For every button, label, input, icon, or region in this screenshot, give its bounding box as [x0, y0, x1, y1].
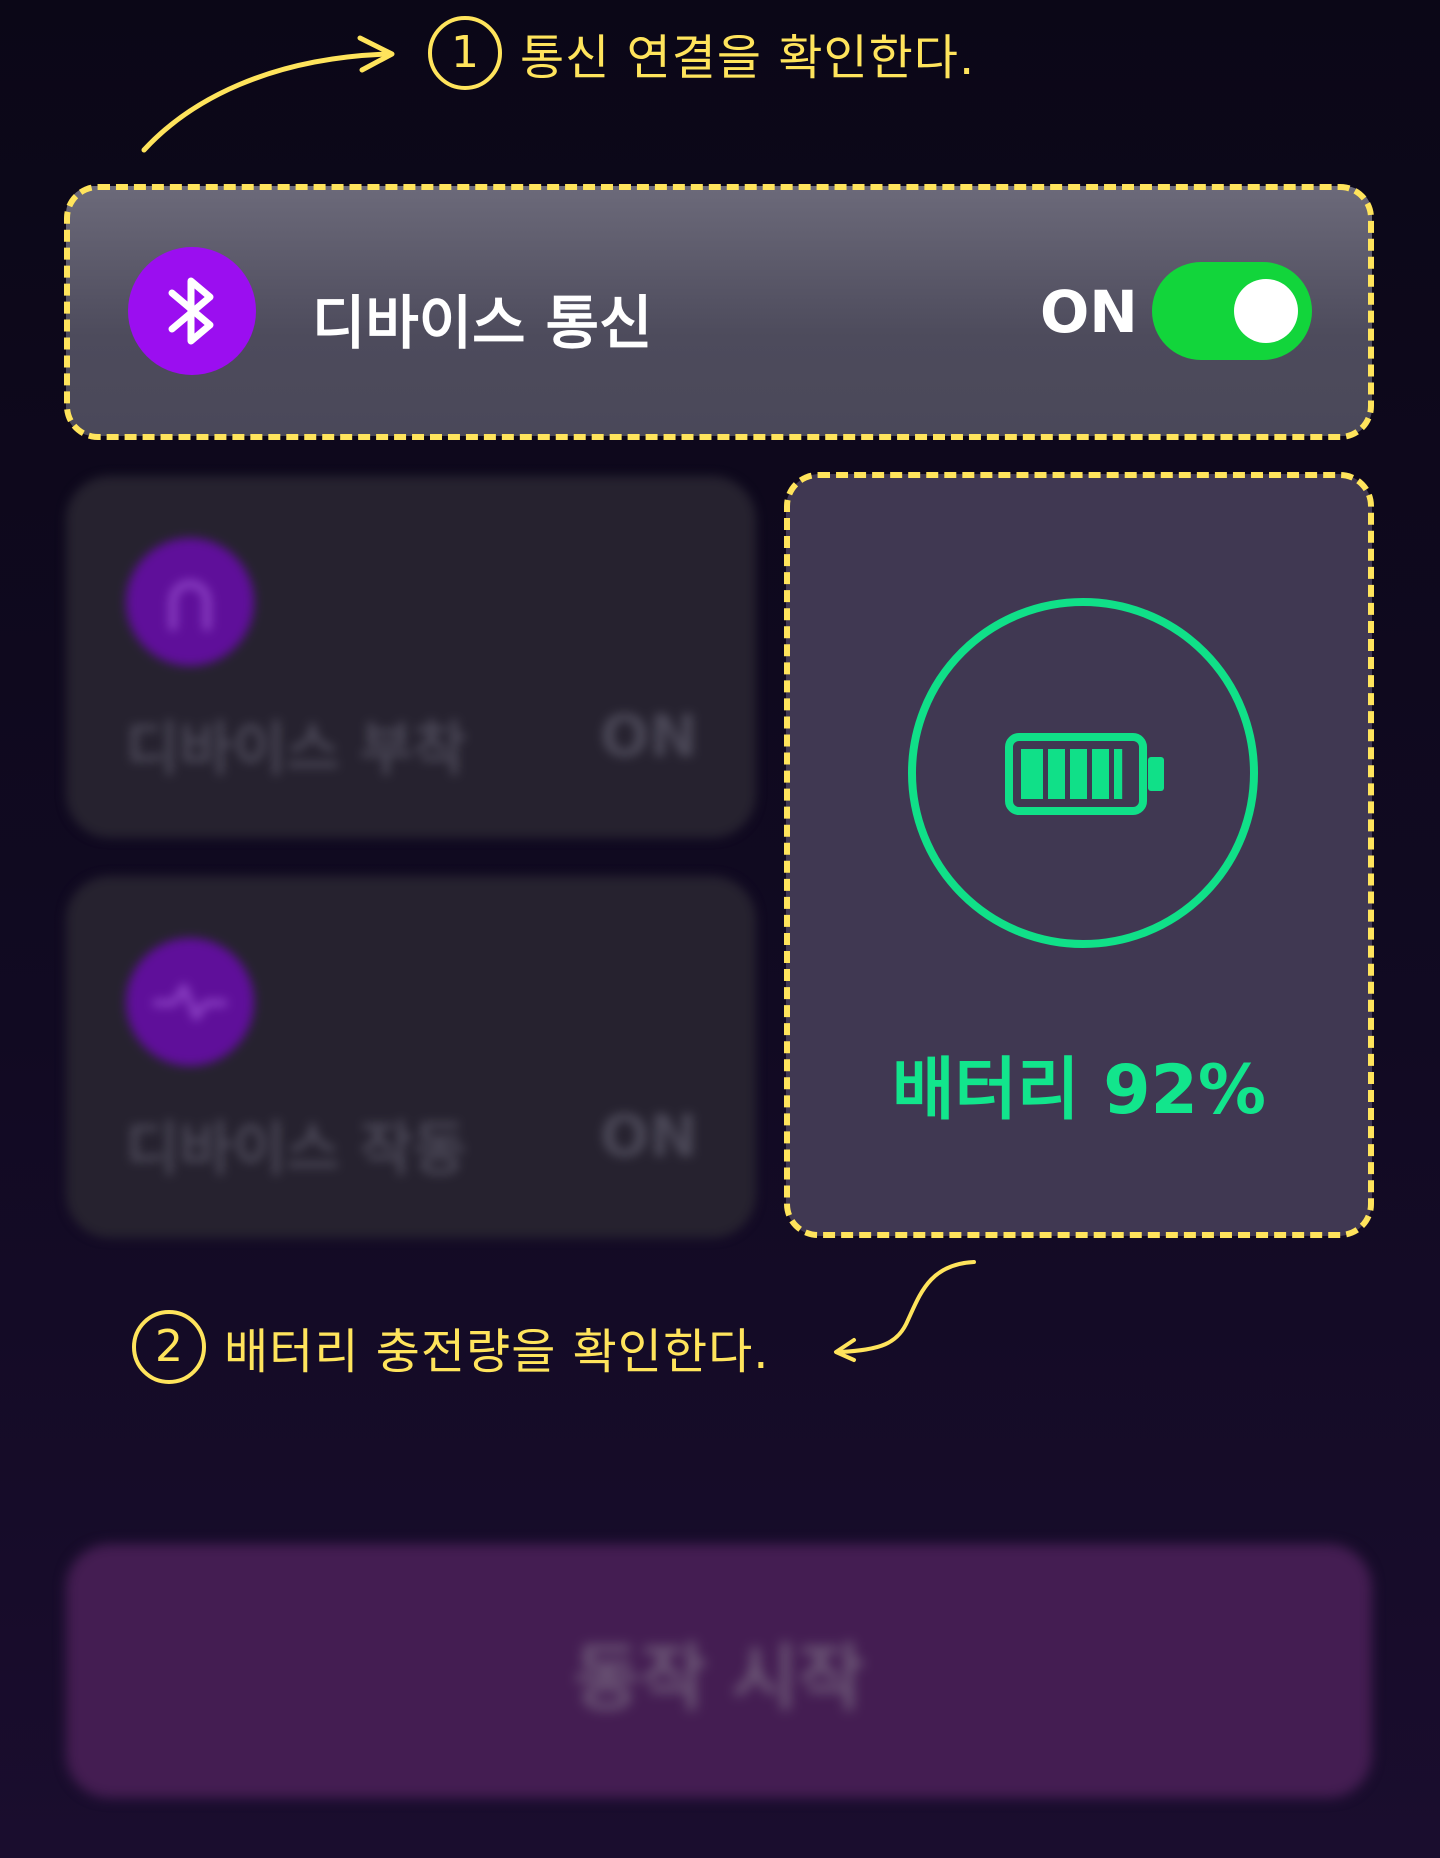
feature-label-attach: 디바이스 부착: [126, 715, 467, 783]
connection-toggle-label: ON: [1040, 278, 1138, 346]
feature-status-operate: ON: [600, 1102, 698, 1170]
connection-toggle[interactable]: [1152, 262, 1312, 360]
annotation-arrow-2: [834, 1260, 976, 1362]
start-operation-button[interactable]: 동작 시작: [66, 1544, 1372, 1798]
feature-label-operate: 디바이스 작동: [126, 1115, 467, 1183]
annotation-text-1: 통신 연결을 확인한다.: [520, 30, 976, 86]
battery-icon: [1005, 733, 1164, 815]
device-operate-card[interactable]: 디바이스 작동 ON: [66, 876, 756, 1238]
battery-card: 배터리 92%: [786, 474, 1372, 1236]
bluetooth-icon: [128, 247, 256, 375]
device-attach-card[interactable]: 디바이스 부착 ON: [66, 476, 756, 838]
pulse-icon: [126, 938, 254, 1066]
feature-status-attach: ON: [600, 702, 698, 770]
connection-title: 디바이스 통신: [312, 289, 653, 357]
battery-percentage-label: 배터리 92%: [891, 1051, 1267, 1130]
horseshoe-icon: [126, 538, 254, 666]
start-button-label: 동작 시작: [573, 1635, 865, 1720]
toggle-knob: [1234, 279, 1298, 343]
annotation-text-2: 배터리 충전량을 확인한다.: [224, 1324, 770, 1380]
annotation-number-1: 1: [428, 16, 502, 90]
annotation-number-2: 2: [132, 1310, 206, 1384]
device-connection-card: 디바이스 통신 ON: [66, 186, 1372, 436]
annotation-step-1: 1 통신 연결을 확인한다.: [428, 16, 975, 90]
annotation-arrow-1: [141, 35, 395, 153]
battery-fill-bar: [1021, 749, 1123, 799]
annotation-step-2: 2 배터리 충전량을 확인한다.: [132, 1310, 770, 1384]
